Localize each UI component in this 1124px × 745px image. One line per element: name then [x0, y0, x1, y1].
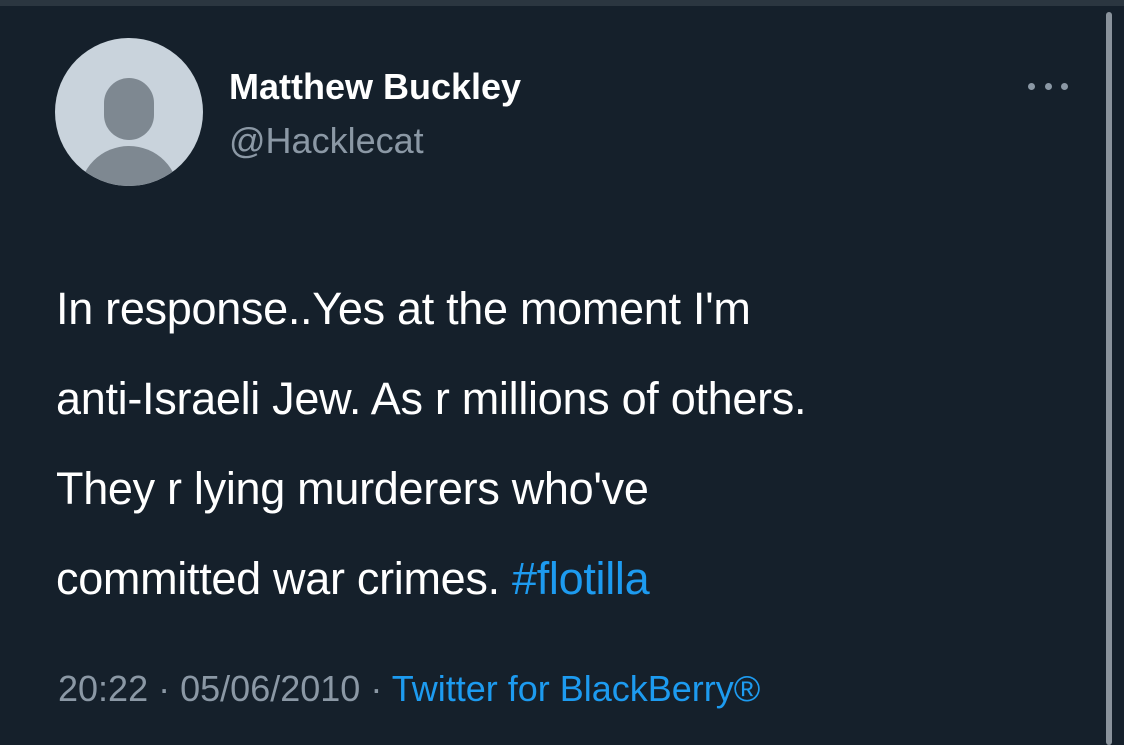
top-divider — [0, 0, 1124, 6]
default-avatar-icon[interactable] — [55, 38, 203, 186]
author-display-name[interactable]: Matthew Buckley — [229, 66, 521, 108]
meta-separator: · — [370, 668, 383, 709]
tweet-text-segment: committed war crimes. — [56, 553, 512, 604]
avatar-shoulders-shape — [79, 146, 179, 186]
scrollbar[interactable] — [1106, 12, 1112, 745]
tweet-date: 05/06/2010 — [180, 668, 361, 709]
tweet-time: 20:22 — [58, 668, 149, 709]
avatar-head-shape — [104, 78, 154, 140]
tweet-meta: 20:22 · 05/06/2010 · Twitter for BlackBe… — [58, 668, 760, 710]
more-options-icon[interactable] — [1026, 68, 1070, 104]
tweet-text-line: anti-Israeli Jew. As r millions of other… — [56, 373, 807, 424]
author-handle[interactable]: @Hacklecat — [229, 120, 424, 162]
tweet-text-line: They r lying murderers who've — [56, 463, 649, 514]
tweet-text-line: committed war crimes. #flotilla — [56, 534, 1096, 624]
hashtag-link[interactable]: #flotilla — [512, 553, 650, 604]
dot — [1044, 82, 1052, 90]
dot — [1061, 82, 1068, 90]
meta-separator: · — [158, 668, 171, 709]
source-link[interactable]: Twitter for BlackBerry® — [392, 668, 761, 709]
tweet-text-line: In response..Yes at the moment I'm — [56, 283, 751, 334]
dot — [1028, 82, 1035, 90]
tweet-text: In response..Yes at the moment I'm anti-… — [56, 264, 1096, 624]
